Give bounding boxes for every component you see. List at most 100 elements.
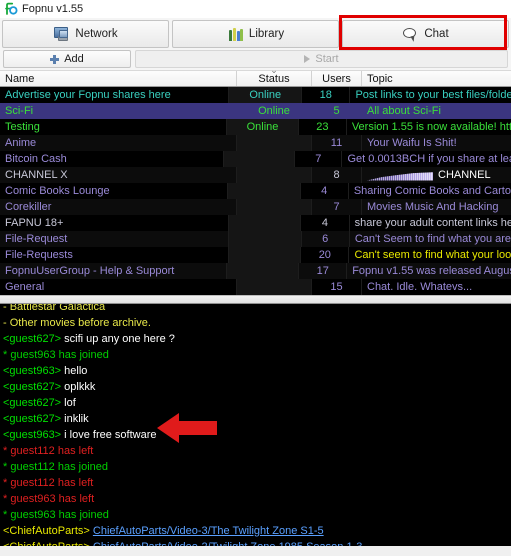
- start-button-label: Start: [315, 53, 339, 65]
- chat-link[interactable]: ChiefAutoParts/Video-2/Twilight Zone 198…: [93, 541, 362, 546]
- chat-line: * guest963 has joined: [3, 507, 511, 523]
- chat-nick: <guest627>: [3, 413, 65, 425]
- cell-name: General: [0, 279, 237, 295]
- table-row[interactable]: General 15 Chat. Idle. Whatevs...: [0, 279, 511, 295]
- fopnu-window: Fopnu v1.55 Network Library Chat Add Sta…: [0, 0, 511, 556]
- cell-status: Online: [229, 87, 303, 103]
- chat-join-text: * guest112 has joined: [3, 461, 108, 473]
- window-title: Fopnu v1.55: [22, 3, 84, 15]
- monitor-icon: [53, 26, 69, 42]
- chat-message-text: hello: [64, 365, 88, 377]
- chat-line: <guest963> i love free software: [3, 427, 511, 443]
- cell-status: [228, 247, 302, 263]
- chat-message-text: inklik: [64, 413, 89, 425]
- cell-status: [237, 167, 312, 183]
- cell-topic-text: CHANNEL: [438, 169, 491, 181]
- chat-message-text: scifi up any one here ?: [64, 333, 175, 345]
- main-tabs: Network Library Chat: [0, 18, 511, 48]
- tab-chat[interactable]: Chat: [342, 20, 509, 48]
- cell-status: [227, 263, 300, 279]
- cell-topic: Post links to your best files/folder: [355, 89, 511, 101]
- cell-name: Anime: [0, 135, 237, 151]
- table-row[interactable]: FopnuUserGroup - Help & Support 17 Fopnu v…: [0, 263, 511, 279]
- column-header-users[interactable]: Users: [312, 71, 362, 86]
- cell-name: Sci-Fi: [0, 103, 237, 119]
- cell-users: 7: [295, 151, 343, 167]
- cell-users: 4: [301, 215, 350, 231]
- cell-status: [224, 151, 296, 167]
- topic-graphic: [367, 172, 433, 181]
- cell-topic: CHANNEL: [362, 167, 511, 183]
- speech-bubble-icon: [402, 26, 418, 42]
- cell-users: 6: [302, 231, 350, 247]
- chat-part-text: * guest112 has left: [3, 445, 94, 457]
- chat-nick: <guest963>: [3, 365, 65, 377]
- chat-topic-text: - Other movies before archive.: [3, 317, 151, 329]
- table-row[interactable]: Bitcoin Cash 7 Get 0.0013BCH if you share …: [0, 151, 511, 167]
- cell-name: Testing: [0, 119, 228, 135]
- cell-status: [237, 199, 312, 215]
- tab-network[interactable]: Network: [2, 20, 169, 48]
- table-row[interactable]: FAPNU 18+ 4 share your adult content links…: [0, 215, 511, 231]
- cell-status: [229, 231, 302, 247]
- chat-line: - Other movies before archive.: [3, 315, 511, 331]
- cell-users: 11: [312, 135, 362, 151]
- cell-users: 20: [301, 247, 350, 263]
- chat-line: <guest627> oplkkk: [3, 379, 511, 395]
- cell-name: FopnuUserGroup - Help & Support: [0, 263, 228, 279]
- chat-nick: <ChiefAutoParts>: [3, 541, 93, 546]
- table-row[interactable]: Anime 11 Your Waifu Is Shit!: [0, 135, 511, 151]
- table-row[interactable]: Advertise your Fopnu shares here Online 18…: [0, 87, 511, 103]
- chat-join-text: * guest963 has joined: [3, 349, 109, 361]
- chat-line: <ChiefAutoParts> ChiefAutoParts/Video-3/…: [3, 523, 511, 539]
- table-row[interactable]: Testing Online 23 Version 1.55 is now avail…: [0, 119, 511, 135]
- cell-name: Advertise your Fopnu shares here: [0, 87, 230, 103]
- cell-name: Comic Books Lounge: [0, 183, 229, 199]
- cell-users: 17: [299, 263, 348, 279]
- chat-line: - Battlestar Galactica: [3, 304, 511, 315]
- chat-line: * guest112 has left: [3, 475, 511, 491]
- cell-status: [228, 183, 301, 199]
- chat-link[interactable]: ChiefAutoParts/Video-3/The Twilight Zone…: [93, 525, 324, 537]
- start-button[interactable]: Start: [135, 50, 508, 68]
- table-row[interactable]: Corekiller 7 Movies Music And Hacking: [0, 199, 511, 215]
- cell-users: 5: [312, 103, 362, 119]
- cell-topic: Chat. Idle. Whatevs...: [367, 281, 473, 293]
- table-row[interactable]: Comic Books Lounge 4 Sharing Comic Books a…: [0, 183, 511, 199]
- cell-topic: share your adult content links her: [354, 217, 511, 229]
- cell-users: 4: [301, 183, 349, 199]
- cell-users: 18: [302, 87, 351, 103]
- table-row[interactable]: File-Requests 20 Can't seem to find what y…: [0, 247, 511, 263]
- add-button-label: Add: [64, 53, 84, 65]
- cell-users: 23: [299, 119, 347, 135]
- cell-status: [228, 215, 302, 231]
- chat-part-text: * guest112 has left: [3, 477, 94, 489]
- add-button[interactable]: Add: [3, 50, 131, 68]
- cell-topic: Movies Music And Hacking: [367, 201, 499, 213]
- cell-topic: Get 0.0013BCH if you share at leas: [347, 153, 511, 165]
- cell-status: Online: [237, 103, 312, 119]
- column-header-name[interactable]: Name: [0, 71, 237, 86]
- chat-part-text: * guest963 has left: [3, 493, 95, 505]
- cell-name: Bitcoin Cash: [0, 151, 225, 167]
- chat-log[interactable]: - Battlestar Galactica - Other movies bef…: [0, 304, 511, 546]
- cell-name: Corekiller: [0, 199, 237, 215]
- tab-library[interactable]: Library: [172, 20, 339, 48]
- table-row[interactable]: File-Request 6 Can't Seem to find what you…: [0, 231, 511, 247]
- pane-splitter[interactable]: [0, 295, 511, 304]
- chat-message-text: oplkkk: [64, 381, 96, 393]
- table-row[interactable]: Sci-Fi Online 5 All about Sci-Fi: [0, 103, 511, 119]
- chat-nick: <guest627>: [3, 397, 65, 409]
- chat-message-text: lof: [64, 397, 76, 409]
- chat-join-text: * guest963 has joined: [3, 509, 109, 521]
- play-triangle-icon: [304, 55, 311, 63]
- chat-topic-text: - Battlestar Galactica: [3, 304, 106, 313]
- cell-topic: Can't Seem to find what you are l: [354, 233, 511, 245]
- channel-list[interactable]: Advertise your Fopnu shares here Online 18…: [0, 87, 511, 295]
- column-header-topic[interactable]: Topic: [362, 71, 511, 86]
- table-row[interactable]: CHANNEL X 8 CHANNEL: [0, 167, 511, 183]
- chat-line: * guest963 has joined: [3, 347, 511, 363]
- chat-line: * guest112 has joined: [3, 459, 511, 475]
- column-header-status[interactable]: ⌄ Status: [237, 66, 312, 86]
- cell-status: [237, 135, 312, 151]
